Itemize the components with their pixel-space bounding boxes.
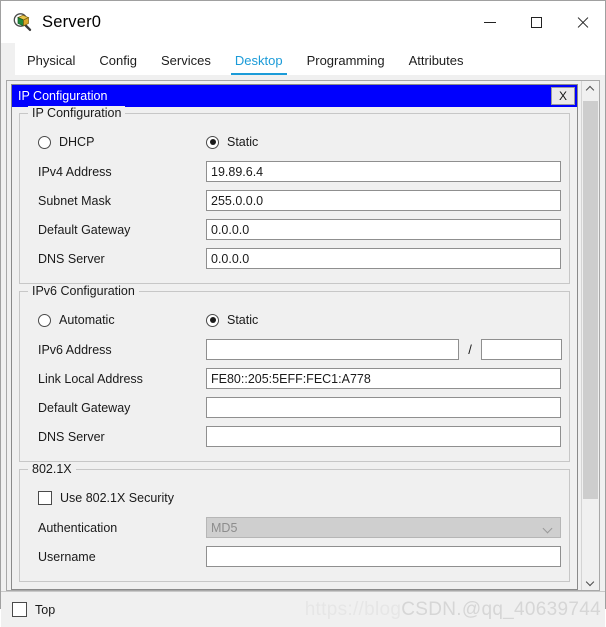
ip-configuration-content: IP Configuration DHCP Static IPv4 Addres… — [12, 106, 577, 582]
scroll-up-button[interactable] — [582, 81, 599, 98]
tab-desktop[interactable]: Desktop — [223, 45, 295, 75]
window-titlebar: Server0 — [1, 1, 605, 43]
link-local-address-input[interactable]: FE80::205:5EFF:FEC1:A778 — [206, 368, 561, 389]
ipv6-address-label: IPv6 Address — [38, 342, 112, 357]
watermark-url: https://blog — [304, 598, 402, 620]
ipv6-configuration-group: IPv6 Configuration Automatic Static IPv6… — [19, 284, 570, 462]
ipv4-dns-server-label: DNS Server — [38, 251, 105, 266]
chevron-up-icon — [587, 86, 594, 93]
authentication-row: Authentication MD5 — [28, 513, 561, 542]
desktop-body: IP Configuration X IP Configuration DHCP… — [1, 75, 605, 591]
ipv4-default-gateway-label: Default Gateway — [38, 222, 131, 237]
ipv4-mode-row: DHCP Static — [28, 127, 561, 157]
ipv4-default-gateway-input[interactable]: 0.0.0.0 — [206, 219, 561, 240]
bottom-bar: Top https://blogCSDN.@qq_40639744 — [1, 591, 605, 627]
radio-static-ipv6[interactable]: Static — [206, 313, 258, 327]
authentication-label: Authentication — [38, 520, 118, 535]
ipv4-default-gateway-row: Default Gateway 0.0.0.0 — [28, 215, 561, 244]
ipv4-address-label: IPv4 Address — [38, 164, 112, 179]
scrollbar-track[interactable] — [582, 98, 599, 573]
subnet-mask-row: Subnet Mask 255.0.0.0 — [28, 186, 561, 215]
ipv6-default-gateway-input[interactable] — [206, 397, 561, 418]
radio-static-ipv4-indicator — [206, 135, 219, 149]
watermark: https://blogCSDN.@qq_40639744 — [305, 599, 601, 621]
top-checkbox-label: Top — [35, 602, 56, 617]
ipv4-dns-server-row: DNS Server 0.0.0.0 — [28, 244, 561, 273]
radio-static-ipv4-label: Static — [227, 135, 259, 149]
tab-programming[interactable]: Programming — [295, 45, 397, 75]
username-label: Username — [38, 549, 96, 564]
dot1x-group: 802.1X Use 802.1X Security Authenticatio… — [19, 462, 570, 582]
ip-configuration-titlebar: IP Configuration X — [12, 85, 577, 107]
maximize-button[interactable] — [513, 1, 559, 43]
close-icon — [576, 16, 589, 29]
link-local-address-label: Link Local Address — [38, 371, 143, 386]
packet-tracer-device-icon — [12, 11, 34, 33]
minimize-button[interactable] — [467, 1, 513, 43]
ipv6-default-gateway-row: Default Gateway — [28, 393, 561, 422]
tab-bar: Physical Config Services Desktop Program… — [1, 43, 605, 75]
ip-configuration-title: IP Configuration — [18, 89, 108, 103]
ipv6-prefix-separator: / — [468, 342, 472, 357]
ipv6-default-gateway-label: Default Gateway — [38, 400, 131, 415]
chevron-down-icon — [544, 525, 552, 530]
ipv6-prefix-length-input[interactable] — [481, 339, 562, 360]
radio-dhcp-indicator — [38, 135, 51, 149]
ip-configuration-close-button[interactable]: X — [551, 87, 575, 105]
ipv4-dns-server-input[interactable]: 0.0.0.0 — [206, 248, 561, 269]
radio-static-ipv6-indicator — [206, 313, 219, 327]
chevron-down-icon — [587, 578, 594, 585]
ipv6-dns-server-row: DNS Server — [28, 422, 561, 451]
username-row: Username — [28, 542, 561, 571]
device-window: Server0 Physical Config Services Desktop… — [0, 0, 606, 627]
radio-static-ipv6-label: Static — [227, 313, 259, 327]
use-dot1x-security-checkbox[interactable] — [38, 491, 52, 505]
link-local-address-row: Link Local Address FE80::205:5EFF:FEC1:A… — [28, 364, 561, 393]
radio-dhcp-label: DHCP — [59, 135, 95, 149]
tab-physical[interactable]: Physical — [15, 45, 87, 75]
subnet-mask-input[interactable]: 255.0.0.0 — [206, 190, 561, 211]
ipv4-address-input[interactable]: 19.89.6.4 — [206, 161, 561, 182]
ipv6-dns-server-input[interactable] — [206, 426, 561, 447]
ipv6-mode-row: Automatic Static — [28, 305, 561, 335]
authentication-selected-value: MD5 — [211, 520, 238, 535]
desktop-panel: IP Configuration X IP Configuration DHCP… — [6, 80, 600, 591]
use-dot1x-security-checkbox-row[interactable]: Use 802.1X Security — [28, 483, 561, 513]
ip-configuration-group: IP Configuration DHCP Static IPv4 Addres… — [19, 106, 570, 284]
desktop-scroll-viewport: IP Configuration X IP Configuration DHCP… — [7, 81, 581, 590]
maximize-icon — [530, 16, 542, 28]
ip-configuration-group-title: IP Configuration — [28, 106, 126, 120]
radio-automatic[interactable]: Automatic — [28, 313, 206, 327]
window-title: Server0 — [42, 12, 102, 31]
ipv6-address-row: IPv6 Address / — [28, 335, 562, 364]
tab-config[interactable]: Config — [87, 45, 149, 75]
radio-static-ipv4[interactable]: Static — [206, 135, 258, 149]
subnet-mask-label: Subnet Mask — [38, 193, 111, 208]
scrollbar-thumb[interactable] — [583, 101, 598, 499]
username-input[interactable] — [206, 546, 561, 567]
top-checkbox[interactable] — [12, 602, 27, 617]
watermark-author: CSDN.@qq_40639744 — [401, 598, 601, 620]
tab-services[interactable]: Services — [149, 45, 223, 75]
ipv6-configuration-group-title: IPv6 Configuration — [28, 284, 139, 298]
radio-automatic-indicator — [38, 313, 51, 327]
scroll-down-button[interactable] — [582, 573, 599, 590]
radio-automatic-label: Automatic — [59, 313, 115, 327]
window-controls — [467, 1, 605, 43]
close-button[interactable] — [559, 1, 605, 43]
vertical-scrollbar[interactable] — [581, 81, 599, 590]
ipv4-address-row: IPv4 Address 19.89.6.4 — [28, 157, 561, 186]
radio-dhcp[interactable]: DHCP — [28, 135, 206, 149]
minimize-icon — [484, 21, 496, 23]
use-dot1x-security-label: Use 802.1X Security — [60, 491, 174, 505]
ip-configuration-window: IP Configuration X IP Configuration DHCP… — [11, 84, 578, 590]
tab-attributes[interactable]: Attributes — [397, 45, 476, 75]
ipv6-address-input[interactable] — [206, 339, 459, 360]
dot1x-group-title: 802.1X — [28, 462, 76, 476]
authentication-select[interactable]: MD5 — [206, 517, 561, 538]
ipv6-dns-server-label: DNS Server — [38, 429, 105, 444]
